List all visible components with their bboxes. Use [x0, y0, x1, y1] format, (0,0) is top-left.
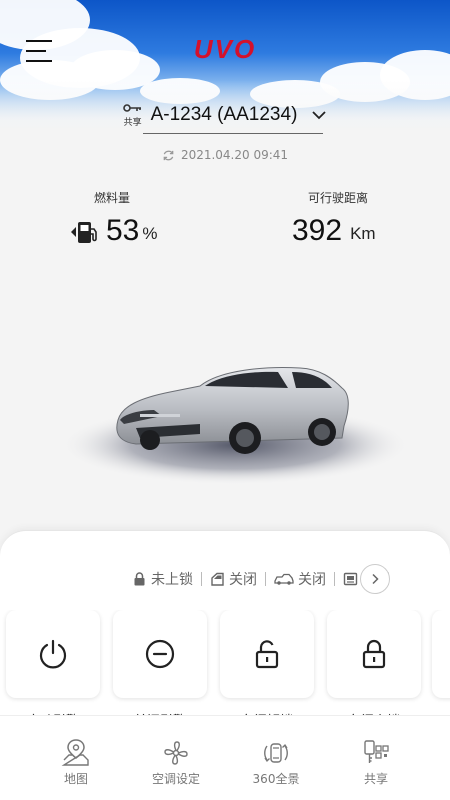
divider — [143, 133, 323, 134]
status-trunk: 关闭 — [274, 569, 326, 589]
nav-climate[interactable]: 空调设定 — [131, 738, 221, 787]
range-unit: Km — [350, 224, 376, 243]
power-icon — [39, 639, 67, 669]
status-trunk-label: 关闭 — [298, 572, 326, 588]
nav-360-view[interactable]: 360全景 — [231, 738, 321, 787]
nav-360-label: 360全景 — [252, 772, 300, 786]
fan-icon — [164, 741, 188, 765]
car-trunk-icon — [274, 573, 294, 585]
share-tag-label: 共享 — [123, 118, 142, 128]
fuel-value: 53 — [106, 214, 140, 247]
refresh-icon — [163, 150, 174, 160]
nav-map[interactable]: 地图 — [31, 738, 121, 787]
divider — [265, 572, 266, 586]
nav-share[interactable]: 共享 — [331, 738, 421, 787]
last-updated[interactable]: 2021.04.20 09:41 — [0, 148, 450, 162]
nav-map-label: 地图 — [63, 772, 88, 786]
shared-vehicle-tag: 共享 — [122, 102, 143, 128]
status-lock-label: 未上锁 — [151, 572, 193, 588]
range-label: 可行驶距离 — [308, 191, 369, 205]
lock-icon — [362, 639, 386, 669]
fuel-label: 燃料量 — [94, 191, 131, 205]
brand-logo: UVO — [0, 34, 450, 65]
minus-circle-icon — [145, 639, 175, 669]
divider — [201, 572, 202, 586]
fuel-unit: % — [142, 224, 158, 243]
car-image — [60, 367, 410, 485]
view-360-icon — [264, 743, 288, 763]
status-details-button[interactable] — [360, 564, 390, 594]
nav-share-label: 共享 — [363, 772, 388, 786]
status-lock: 未上锁 — [132, 569, 193, 589]
engine-stop-button[interactable] — [113, 610, 207, 698]
status-door-label: 关闭 — [229, 572, 257, 588]
lock-icon — [134, 572, 145, 586]
door-icon — [211, 572, 224, 586]
engine-start-button[interactable] — [6, 610, 100, 698]
vehicle-name: A-1234 (AA1234) — [150, 104, 298, 125]
unlock-icon — [255, 640, 279, 669]
door-lock-button[interactable] — [327, 610, 421, 698]
remote-control-tiles: 启动引擎 关闭引擎 车门解锁 车门上锁 — [0, 610, 450, 720]
share-key-icon — [364, 740, 389, 763]
nav-climate-label: 空调设定 — [151, 772, 200, 786]
bottom-navigation: 地图 空调设定 360全景 共享 — [0, 715, 450, 800]
chevron-right-icon — [372, 573, 379, 585]
updated-timestamp: 2021.04.20 09:41 — [180, 148, 289, 162]
vehicle-selector[interactable]: 共享 A-1234 (AA1234) — [0, 100, 450, 130]
next-control-tile[interactable] — [432, 610, 450, 698]
fuel-pump-icon — [71, 222, 97, 243]
range-value: 392 — [292, 214, 343, 247]
divider — [334, 572, 335, 586]
logo-text: UVO — [193, 34, 257, 64]
key-icon — [122, 104, 141, 112]
chevron-down-icon — [312, 111, 327, 120]
status-door: 关闭 — [210, 569, 257, 589]
map-icon — [61, 739, 89, 766]
driving-range: 392 Km — [292, 214, 376, 248]
window-icon — [343, 572, 358, 586]
door-unlock-button[interactable] — [220, 610, 314, 698]
fuel-level: 53 % — [70, 214, 158, 248]
